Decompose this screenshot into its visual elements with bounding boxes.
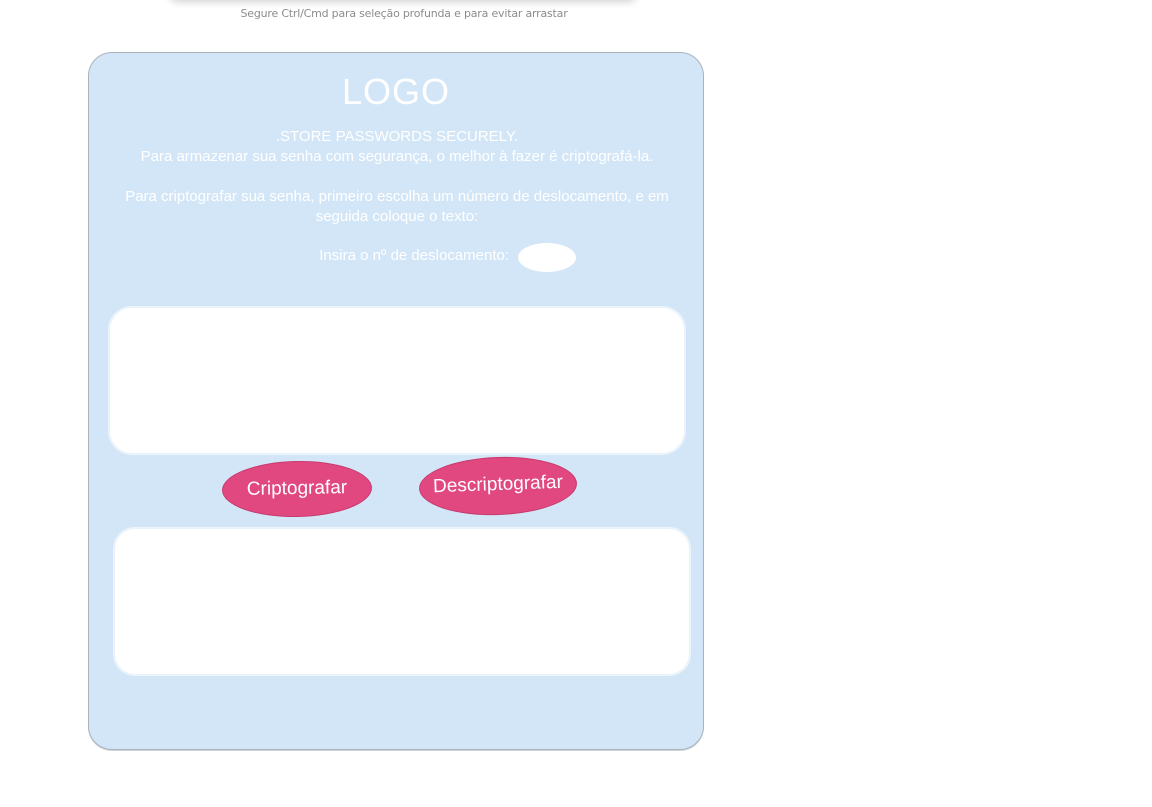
shift-label: Insira o nº de deslocamento: <box>319 247 509 264</box>
tagline: .STORE PASSWORDS SECURELY. <box>275 128 519 145</box>
encrypt-button[interactable]: Criptografar <box>221 459 373 519</box>
decrypt-button[interactable]: Descriptografar <box>418 454 578 518</box>
result-text-output[interactable] <box>115 529 689 674</box>
logo: LOGO <box>341 71 451 112</box>
shift-input[interactable] <box>518 243 576 272</box>
instructions-text: Para criptografar sua senha, primeiro es… <box>125 188 669 225</box>
encryption-card: LOGO .STORE PASSWORDS SECURELY. Para arm… <box>88 52 704 750</box>
plain-text-input[interactable] <box>110 308 684 453</box>
intro-text: Para armazenar sua senha com segurança, … <box>140 148 654 165</box>
deep-select-hint: Segure Ctrl/Cmd para seleção profunda e … <box>240 7 568 20</box>
